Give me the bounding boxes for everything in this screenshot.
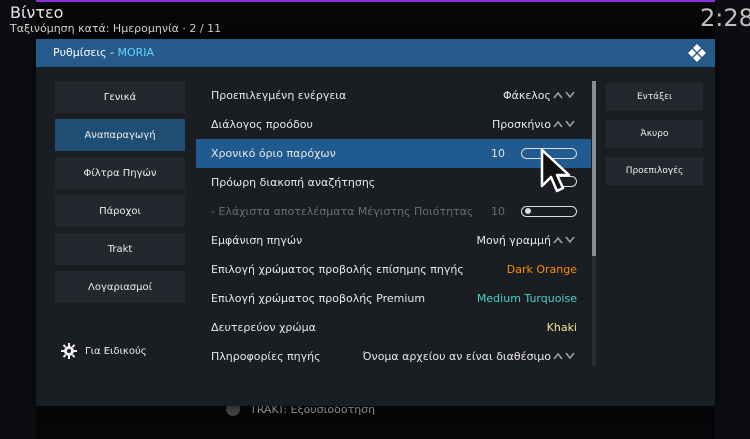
setting-early-search-stop[interactable]: Πρόωρη διακοπή αναζήτησης xyxy=(196,168,591,197)
category-trakt[interactable]: Trakt xyxy=(55,233,185,265)
setting-label: Προεπιλεγμένη ενέργεια xyxy=(211,89,347,102)
setting-sources-display[interactable]: Εμφάνιση πηγών Μονή γραμμή xyxy=(196,226,591,255)
setting-value: Medium Turquoise xyxy=(476,292,577,305)
setting-label: Εμφάνιση πηγών xyxy=(211,234,303,247)
setting-label: Πρόωρη διακοπή αναζήτησης xyxy=(211,176,376,189)
setting-official-source-color[interactable]: Επιλογή χρώματος προβολής επίσημης πηγής… xyxy=(196,255,591,284)
setting-value: Khaki xyxy=(546,321,577,334)
spinner-arrows-icon[interactable] xyxy=(553,120,577,128)
setting-label: Χρονικό όριο παρόχων xyxy=(211,147,336,160)
settings-scrollbar[interactable] xyxy=(592,81,596,366)
window-title: Βίντεο xyxy=(10,3,64,22)
mouse-pointer-icon xyxy=(540,148,571,193)
category-source-filters[interactable]: Φίλτρα Πηγών xyxy=(55,157,185,189)
scrollbar-thumb[interactable] xyxy=(592,81,596,256)
kodi-logo-icon xyxy=(688,44,706,62)
spinner-arrows-icon[interactable] xyxy=(553,91,577,99)
setting-value: Φάκελος xyxy=(502,89,551,102)
setting-provider-timeout[interactable]: Χρονικό όριο παρόχων 10 xyxy=(196,139,591,168)
settings-dialog: Ρυθμίσεις - MORIA Γενικά Αναπαραγωγή Φίλ… xyxy=(36,39,715,406)
category-general[interactable]: Γενικά xyxy=(55,81,185,113)
dialog-title-prefix: Ρυθμίσεις - xyxy=(53,46,118,59)
setting-secondary-color[interactable]: Δευτερεύον χρώμα Khaki xyxy=(196,313,591,342)
setting-label: Δευτερεύον χρώμα xyxy=(211,321,316,334)
defaults-button[interactable]: Προεπιλογές xyxy=(606,157,703,185)
setting-label: Επιλογή χρώματος προβολής Premium xyxy=(211,292,426,305)
setting-default-action[interactable]: Προεπιλεγμένη ενέργεια Φάκελος xyxy=(196,81,591,110)
dialog-header: Ρυθμίσεις - MORIA xyxy=(36,39,715,67)
slider-knob xyxy=(525,208,531,214)
cancel-button[interactable]: Άκυρο xyxy=(606,120,703,148)
category-accounts[interactable]: Λογαριασμοί xyxy=(55,271,185,303)
setting-premium-color[interactable]: Επιλογή χρώματος προβολής Premium Medium… xyxy=(196,284,591,313)
action-buttons: Εντάξει Άκυρο Προεπιλογές xyxy=(606,83,703,194)
dialog-title: Ρυθμίσεις - MORIA xyxy=(53,46,154,59)
setting-value: Dark Orange xyxy=(506,263,577,276)
ok-button[interactable]: Εντάξει xyxy=(606,83,703,111)
top-accent-line xyxy=(0,0,750,2)
settings-list: Προεπιλεγμένη ενέργεια Φάκελος Διάλογος … xyxy=(196,81,591,366)
setting-progress-dialog[interactable]: Διάλογος προόδου Προσκήνιο xyxy=(196,110,591,139)
setting-label: - Ελάχιστα αποτελέσματα Μέγιστης Ποιότητ… xyxy=(211,205,474,218)
setting-source-info[interactable]: Πληροφορίες πηγής Όνομα αρχείου αν είναι… xyxy=(196,342,591,366)
background-right-panel xyxy=(715,0,750,439)
gear-icon xyxy=(61,343,77,359)
category-providers[interactable]: Πάροχοι xyxy=(55,195,185,227)
setting-value: 10 xyxy=(491,147,505,160)
min-results-slider xyxy=(521,206,577,217)
background-left-panel xyxy=(0,0,36,439)
setting-value: Μονή γραμμή xyxy=(476,234,551,247)
spinner-arrows-icon[interactable] xyxy=(553,352,577,360)
sort-info: Ταξινόμηση κατά: Ημερομηνία · 2 / 11 xyxy=(10,22,222,35)
category-playback[interactable]: Αναπαραγωγή xyxy=(55,119,185,151)
setting-label: Επιλογή χρώματος προβολής επίσημης πηγής xyxy=(211,263,464,276)
setting-min-results-max-quality: - Ελάχιστα αποτελέσματα Μέγιστης Ποιότητ… xyxy=(196,197,591,226)
dialog-title-addon: MORIA xyxy=(117,46,155,59)
spinner-arrows-icon[interactable] xyxy=(553,236,577,244)
setting-value: Προσκήνιο xyxy=(491,118,551,131)
clock: 2:28 xyxy=(700,4,750,32)
setting-label: Διάλογος προόδου xyxy=(211,118,313,131)
experts-level-button[interactable]: Για Ειδικούς xyxy=(61,343,147,359)
setting-value: 10 xyxy=(491,205,505,218)
setting-label: Πληροφορίες πηγής xyxy=(211,350,321,363)
setting-value: Όνομα αρχείου αν είναι διαθέσιμο xyxy=(362,350,551,363)
category-list: Γενικά Αναπαραγωγή Φίλτρα Πηγών Πάροχοι … xyxy=(55,81,185,309)
experts-level-label: Για Ειδικούς xyxy=(85,345,147,357)
